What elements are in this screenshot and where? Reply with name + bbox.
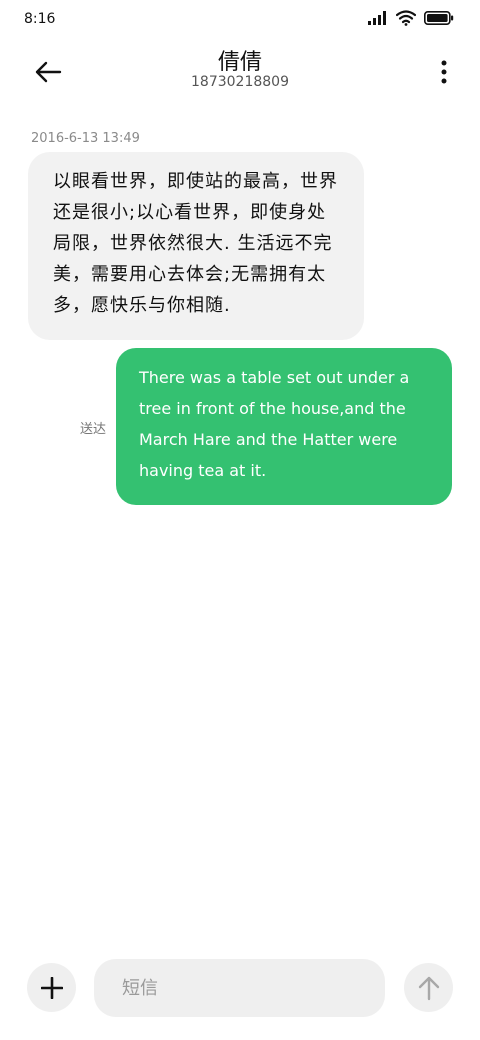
send-button[interactable] [404, 963, 453, 1012]
status-time: 8:16 [24, 11, 56, 27]
composer-bar [0, 955, 480, 1025]
wifi-icon [396, 10, 416, 26]
status-icons [368, 10, 454, 26]
message-timestamp: 2016-6-13 13:49 [31, 131, 140, 146]
incoming-message-bubble[interactable]: 以眼看世界，即使站的最高，世界还是很小;以心看世界，即使身处局限，世界依然很大.… [28, 152, 364, 340]
conversation-header: 倩倩 18730218809 [0, 40, 480, 110]
arrow-up-icon [418, 976, 439, 1000]
more-vertical-icon [441, 60, 447, 84]
message-input[interactable] [94, 959, 385, 1017]
delivered-status: 送达 [80, 422, 107, 437]
outgoing-message-bubble[interactable]: There was a table set out under a tree i… [116, 348, 452, 505]
status-bar: 8:16 [0, 0, 480, 40]
signal-icon [368, 11, 386, 25]
contact-number: 18730218809 [191, 74, 289, 90]
contact-name: 倩倩 [217, 50, 262, 75]
plus-icon [40, 976, 63, 999]
add-attachment-button[interactable] [27, 963, 76, 1012]
battery-icon [424, 11, 454, 25]
more-options-button[interactable] [432, 52, 456, 92]
